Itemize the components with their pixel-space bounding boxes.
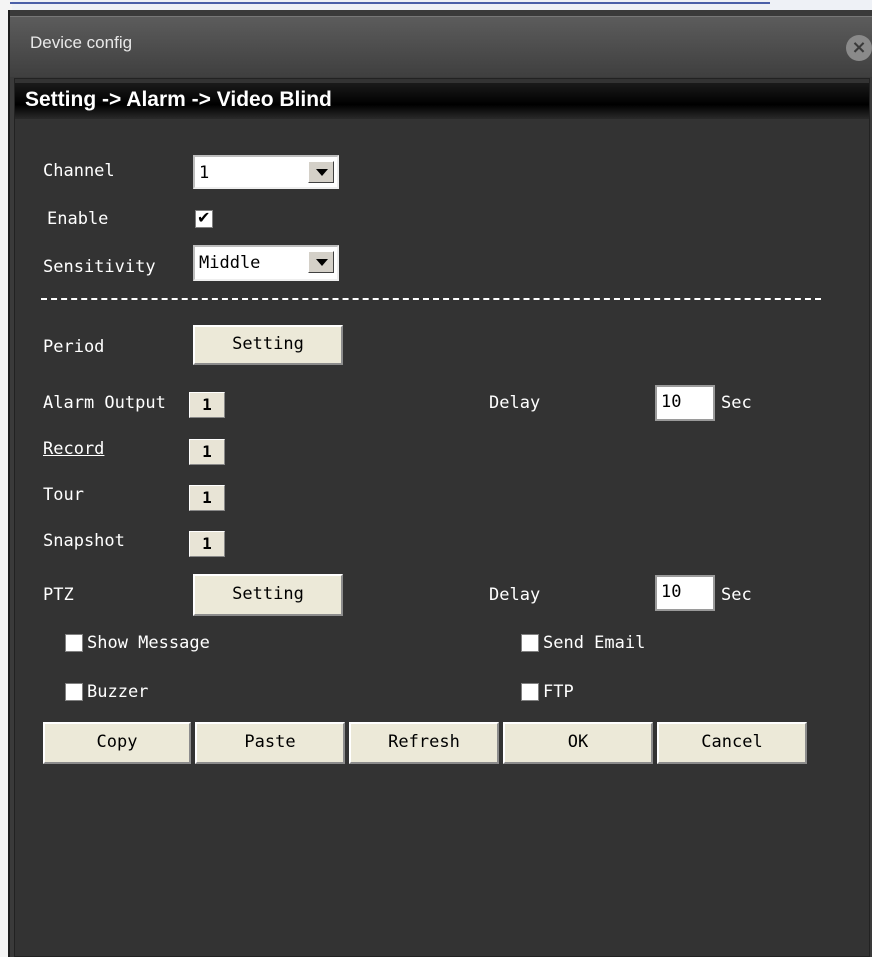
ptz-delay-unit: Sec (721, 585, 752, 605)
snapshot-channel[interactable]: 1 (189, 531, 225, 557)
enable-label: Enable (47, 209, 109, 229)
refresh-button[interactable]: Refresh (349, 722, 499, 764)
ok-button[interactable]: OK (503, 722, 653, 764)
record-label: Record (43, 439, 105, 459)
paste-button[interactable]: Paste (195, 722, 345, 764)
tour-channel[interactable]: 1 (189, 485, 225, 511)
send-email-label: Send Email (543, 633, 646, 653)
alarm-output-channel[interactable]: 1 (189, 392, 225, 418)
send-email-checkbox[interactable] (521, 634, 539, 652)
delay-label: Delay (489, 393, 541, 413)
ftp-label: FTP (543, 682, 574, 702)
sensitivity-label: Sensitivity (43, 257, 156, 277)
show-message-checkbox[interactable] (65, 634, 83, 652)
breadcrumb: Setting -> Alarm -> Video Blind (25, 88, 332, 111)
ptz-label: PTZ (43, 585, 74, 605)
snapshot-label: Snapshot (43, 531, 125, 551)
chevron-down-icon[interactable] (308, 251, 334, 273)
ptz-delay-input[interactable]: 10 (655, 575, 715, 611)
chevron-down-icon[interactable] (308, 161, 334, 183)
breadcrumb-bar: Setting -> Alarm -> Video Blind (15, 83, 869, 119)
tour-label: Tour (43, 485, 84, 505)
close-icon[interactable]: × (846, 35, 872, 61)
sensitivity-value: Middle (199, 253, 261, 273)
divider (41, 298, 821, 300)
ftp-checkbox[interactable] (521, 683, 539, 701)
window-title: Device config (30, 33, 133, 52)
ptz-delay-label: Delay (489, 585, 541, 605)
window-top-border (10, 2, 770, 4)
title-bar[interactable]: Device config × (10, 16, 872, 77)
period-setting-button[interactable]: Setting (193, 325, 343, 365)
alarm-output-label: Alarm Output (43, 393, 166, 413)
device-config-window: Device config × Setting -> Alarm -> Vide… (8, 10, 872, 957)
copy-button[interactable]: Copy (43, 722, 191, 764)
record-channel[interactable]: 1 (189, 439, 225, 465)
sensitivity-select[interactable]: Middle (193, 245, 339, 281)
delay-unit: Sec (721, 393, 752, 413)
buzzer-label: Buzzer (87, 682, 149, 702)
ptz-setting-button[interactable]: Setting (193, 574, 343, 616)
channel-label: Channel (43, 161, 115, 181)
channel-select[interactable]: 1 (193, 155, 339, 189)
delay-input[interactable]: 10 (655, 385, 715, 421)
cancel-button[interactable]: Cancel (657, 722, 807, 764)
buzzer-checkbox[interactable] (65, 683, 83, 701)
channel-value: 1 (199, 163, 210, 183)
enable-checkbox[interactable] (195, 208, 213, 228)
content-panel: Setting -> Alarm -> Video Blind Channel … (14, 78, 870, 957)
period-label: Period (43, 337, 105, 357)
show-message-label: Show Message (87, 633, 210, 653)
